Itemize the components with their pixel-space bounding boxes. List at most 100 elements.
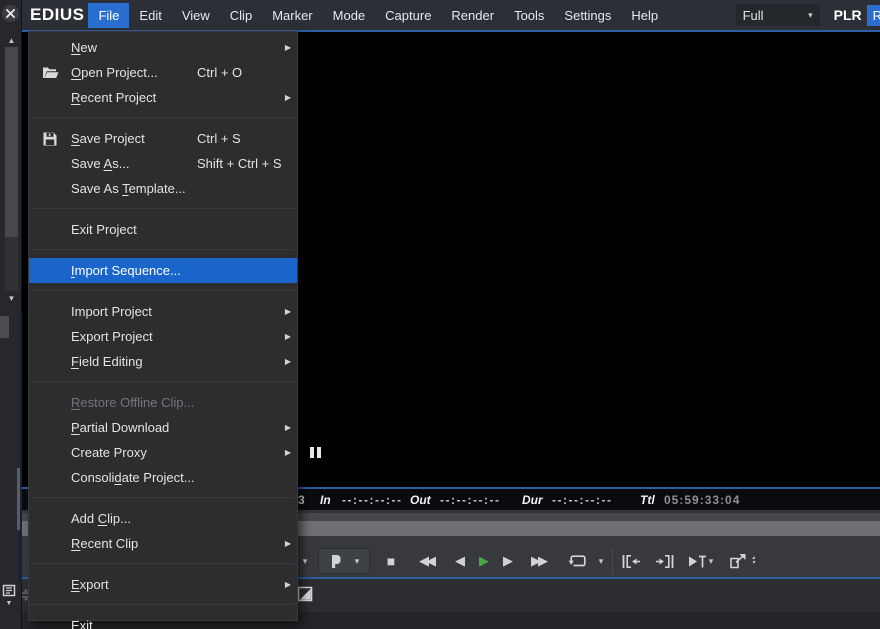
loop-playback-button[interactable] [566, 545, 590, 577]
fast-forward-button[interactable]: ▶▶ [524, 545, 552, 577]
close-icon[interactable] [2, 5, 19, 22]
menu-item-exit[interactable]: Exit [29, 613, 297, 629]
ttl-value: 05:59:33:04 [664, 493, 741, 507]
out-label: Out [410, 493, 431, 507]
menu-item-save-project[interactable]: Save Project Ctrl + S [29, 126, 297, 151]
menu-item-label: Add Clip... [71, 511, 131, 526]
toolbar-separator [612, 548, 613, 574]
menu-item-recent-project[interactable]: Recent Project ▶ [29, 85, 297, 110]
menu-item-partial-download[interactable]: Partial Download ▶ [29, 415, 297, 440]
submenu-arrow-icon: ▶ [284, 357, 291, 366]
stop-button[interactable]: ■ [382, 545, 400, 577]
menu-item-shortcut: Shift + Ctrl + S [197, 156, 282, 171]
chevron-down-icon[interactable]: ▾ [704, 545, 718, 577]
menu-item-label: Recent Project [71, 90, 157, 105]
goto-out-point-button[interactable] [652, 545, 678, 577]
timecode-fragment: 3 [298, 493, 305, 507]
menu-item-label: Export Project [71, 329, 153, 344]
ttl-label: Ttl [640, 493, 655, 507]
previous-frame-button[interactable]: ◀ [452, 545, 468, 577]
scroll-down-icon[interactable]: ▼ [5, 294, 18, 304]
menu-item-label: Partial Download [71, 420, 170, 435]
edius-window: 3 In --:--:--:-- Out --:--:--:-- Dur --:… [0, 0, 880, 629]
dur-label: Dur [522, 493, 543, 507]
menubar-item-settings[interactable]: Settings [554, 3, 621, 28]
menu-item-create-proxy[interactable]: Create Proxy ▶ [29, 440, 297, 465]
menu-item-import-project[interactable]: Import Project ▶ [29, 299, 297, 324]
menu-item-label: Exit Project [71, 222, 137, 237]
submenu-arrow-icon: ▶ [284, 580, 291, 589]
loop-icon [568, 555, 586, 567]
goto-out-icon [656, 554, 674, 568]
goto-in-point-button[interactable] [618, 545, 644, 577]
plr-label: PLR [833, 7, 862, 23]
rewind-button[interactable]: ◀◀ [412, 545, 440, 577]
add-marker-button[interactable] [326, 545, 344, 577]
export-button[interactable] [726, 545, 752, 577]
in-value: --:--:--:-- [342, 493, 403, 507]
scroll-up-icon[interactable]: ▲ [5, 36, 18, 46]
menu-item-new[interactable]: New ▶ [29, 35, 297, 60]
chevron-down-icon[interactable]: ▾ [298, 545, 312, 577]
menu-item-label: Field Editing [71, 354, 143, 369]
in-label: In [320, 493, 331, 507]
menu-item-field-editing[interactable]: Field Editing ▶ [29, 349, 297, 374]
menu-separator [29, 283, 297, 299]
menubar-item-render[interactable]: Render [441, 3, 504, 28]
menubar-item-capture[interactable]: Capture [375, 3, 441, 28]
menu-item-import-sequence[interactable]: Import Sequence... [29, 258, 297, 283]
toggle-preview-icon[interactable] [297, 586, 313, 607]
panel-scroll-thumb[interactable] [17, 468, 20, 530]
menubar-item-edit[interactable]: Edit [129, 3, 171, 28]
save-icon [29, 132, 71, 146]
menu-item-shortcut: Ctrl + S [197, 131, 241, 146]
zoom-level-select[interactable]: Full ▾ [735, 4, 820, 26]
menubar-item-file[interactable]: File [88, 2, 130, 28]
menu-item-save-as-template[interactable]: Save As Template... [29, 176, 297, 201]
menubar-item-view[interactable]: View [172, 3, 220, 28]
menu-separator [29, 242, 297, 258]
chevron-down-icon[interactable]: ▾ [594, 545, 608, 577]
zoom-level-value: Full [742, 7, 764, 23]
menu-item-export[interactable]: Export ▶ [29, 572, 297, 597]
panel-accent-line [19, 312, 22, 584]
menu-item-label: New [71, 40, 98, 55]
menu-item-label: Import Sequence... [71, 263, 181, 278]
menu-item-exit-project[interactable]: Exit Project [29, 217, 297, 242]
edius-logo: EDIUS [30, 5, 85, 24]
menubar-item-clip[interactable]: Clip [220, 3, 262, 28]
menu-item-recent-clip[interactable]: Recent Clip ▶ [29, 531, 297, 556]
menu-separator [29, 201, 297, 217]
menubar-item-help[interactable]: Help [621, 3, 668, 28]
export-updown-icon[interactable]: ▴ ▾ [752, 555, 755, 566]
menubar-item-tools[interactable]: Tools [504, 3, 554, 28]
next-frame-button[interactable]: ▶ [500, 545, 516, 577]
menu-item-open-project[interactable]: Open Project... Ctrl + O [29, 60, 297, 85]
menu-item-label: Export [71, 577, 109, 592]
scrollbar-track[interactable] [5, 47, 18, 237]
submenu-arrow-icon: ▶ [284, 93, 291, 102]
submenu-arrow-icon: ▶ [284, 539, 291, 548]
menu-item-consolidate-project[interactable]: Consolidate Project... [29, 465, 297, 490]
menu-separator [29, 490, 297, 506]
menu-separator [29, 110, 297, 126]
scrollbar-thumb[interactable] [5, 237, 18, 291]
submenu-arrow-icon: ▶ [284, 332, 291, 341]
plr-badge[interactable]: R [866, 4, 880, 26]
menu-item-label: Save As Template... [71, 181, 186, 196]
menu-item-restore-offline-clip[interactable]: Restore Offline Clip... [29, 390, 297, 415]
menu-item-save-as[interactable]: Save As... Shift + Ctrl + S [29, 151, 297, 176]
left-panel-strip: ▲ ▼ [0, 0, 22, 629]
menubar-item-marker[interactable]: Marker [262, 3, 322, 28]
submenu-arrow-icon: ▶ [284, 43, 291, 52]
play-button[interactable]: ▶ [472, 545, 496, 577]
chevron-down-icon[interactable]: ▾ [350, 545, 364, 577]
chevron-down-icon: ▾ [808, 9, 813, 20]
menu-item-export-project[interactable]: Export Project ▶ [29, 324, 297, 349]
file-menu: New ▶ Open Project... Ctrl + O Recent Projec… [28, 31, 298, 629]
menubar-item-mode[interactable]: Mode [323, 3, 376, 28]
menu-item-add-clip[interactable]: Add Clip... [29, 506, 297, 531]
sequence-list-button[interactable]: ▼ [1, 584, 17, 607]
menu-item-label: Exit [71, 618, 93, 629]
menu-separator [29, 556, 297, 572]
